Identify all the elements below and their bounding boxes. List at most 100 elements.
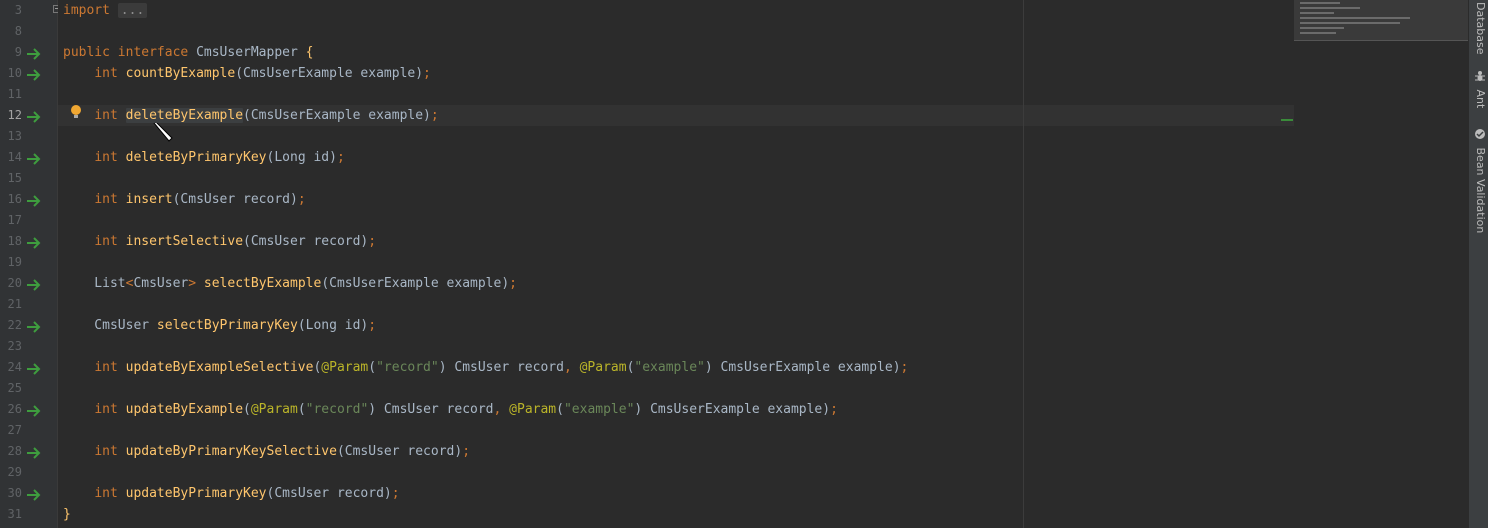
code-line: int updateByExampleSelective(@Param("rec… (63, 357, 908, 378)
implemented-arrow-icon[interactable] (26, 445, 42, 459)
line-number: 22 (7, 318, 22, 332)
code-token: (Long id) (266, 150, 337, 165)
code-token: ; (900, 360, 909, 375)
code-token: ; (368, 234, 377, 249)
code-token: (CmsUserExample example) (243, 108, 431, 123)
code-token: int (94, 150, 126, 165)
code-token: insertSelective (125, 234, 244, 249)
code-token: int (94, 444, 126, 459)
code-token: (CmsUserExample example) (235, 66, 424, 81)
code-token: ( (297, 402, 306, 417)
line-number: 8 (14, 24, 22, 38)
code-token: int (94, 486, 126, 501)
tool-window-label: Bean Validation (1474, 147, 1487, 234)
code-token: ) CmsUserExample example) (634, 402, 831, 417)
implemented-arrow-icon[interactable] (26, 361, 42, 375)
implemented-arrow-icon[interactable] (26, 487, 42, 501)
code-token: updateByExampleSelective (125, 360, 314, 375)
tool-window-label: Database (1474, 2, 1487, 55)
code-token: int (94, 66, 126, 81)
implemented-arrow-icon[interactable] (26, 67, 42, 81)
code-line: int countByExample(CmsUserExample exampl… (63, 63, 431, 84)
implemented-arrow-icon[interactable] (26, 235, 42, 249)
bean-validation-icon (1474, 128, 1487, 140)
tool-window-strip: Database Ant Bean Validation (1468, 0, 1488, 528)
minimap[interactable] (1294, 0, 1468, 41)
code-token: (CmsUser record) (336, 444, 463, 459)
code-token: selectByExample (203, 276, 322, 291)
bean-validation-tab[interactable]: Bean Validation (1471, 128, 1487, 233)
code-token: int (94, 360, 126, 375)
code-line: int insert(CmsUser record); (63, 189, 305, 210)
code-token: "record" (376, 360, 439, 375)
code-token: @Param (250, 402, 298, 417)
line-number: 20 (7, 276, 22, 290)
code-line: int deleteByExample(CmsUserExample examp… (63, 105, 439, 126)
code-token: deleteByPrimaryKey (125, 150, 267, 165)
code-token: int (94, 192, 126, 207)
code-line: public interface CmsUserMapper { (63, 42, 313, 63)
code-token: (CmsUser record) (172, 192, 298, 207)
code-token: ; (430, 108, 439, 123)
line-number: 3 (14, 3, 22, 17)
code-token: @Param (579, 360, 627, 375)
code-token: ( (368, 360, 377, 375)
right-margin-guide (1023, 0, 1024, 528)
ant-tab[interactable]: Ant (1471, 70, 1487, 108)
line-number: 17 (7, 213, 22, 227)
code-token: { (305, 45, 314, 60)
implemented-arrow-icon[interactable] (26, 151, 42, 165)
line-number: 15 (7, 171, 22, 185)
line-number: 29 (7, 465, 22, 479)
implemented-arrow-icon[interactable] (26, 277, 42, 291)
code-token: int (94, 108, 126, 123)
change-marker (1281, 119, 1293, 121)
code-token: > (188, 276, 204, 291)
line-number: 23 (7, 339, 22, 353)
line-number: 9 (14, 45, 22, 59)
code-line: CmsUser selectByPrimaryKey(Long id); (63, 315, 376, 336)
line-number: 13 (7, 129, 22, 143)
code-line: int insertSelective(CmsUser record); (63, 231, 376, 252)
code-token: updateByPrimaryKey (125, 486, 267, 501)
code-token[interactable]: ... (117, 3, 148, 18)
code-line: List<CmsUser> selectByExample(CmsUserExa… (63, 273, 517, 294)
code-token: ) CmsUser record (368, 402, 494, 417)
line-number: 27 (7, 423, 22, 437)
code-token: import (63, 3, 118, 18)
code-token: @Param (509, 402, 557, 417)
code-token: List (63, 276, 126, 291)
code-token: ; (368, 318, 377, 333)
line-number: 21 (7, 297, 22, 311)
code-line: import ... (63, 0, 148, 21)
code-token: int (94, 402, 126, 417)
code-token: CmsUser (63, 318, 157, 333)
code-token: updateByPrimaryKeySelective (125, 444, 337, 459)
code-token: ; (423, 66, 431, 81)
code-token: "record" (305, 402, 369, 417)
line-number: 16 (7, 192, 22, 206)
implemented-arrow-icon[interactable] (26, 46, 42, 60)
code-line: int updateByPrimaryKey(CmsUser record); (63, 483, 399, 504)
code-token: ; (336, 150, 345, 165)
line-number: 10 (7, 66, 22, 80)
line-gutter: 3 8 9 10 11 12 13 14 15 16 17 18 19 20 21 22 23 24 25 26 27 2… (0, 0, 58, 528)
line-number: 30 (7, 486, 22, 500)
line-number: 12 (7, 108, 22, 122)
implemented-arrow-icon[interactable] (26, 403, 42, 417)
code-token: CmsUser (133, 276, 189, 291)
code-token: ) CmsUserExample example) (704, 360, 901, 375)
implemented-arrow-icon[interactable] (26, 319, 42, 333)
implemented-arrow-icon[interactable] (26, 193, 42, 207)
line-number: 14 (7, 150, 22, 164)
code-token: (CmsUser record) (243, 234, 369, 249)
database-tab[interactable]: Database (1471, 2, 1487, 55)
code-token: insert (125, 192, 173, 207)
line-number: 26 (7, 402, 22, 416)
implemented-arrow-icon[interactable] (26, 109, 42, 123)
code-token: } (63, 507, 71, 522)
